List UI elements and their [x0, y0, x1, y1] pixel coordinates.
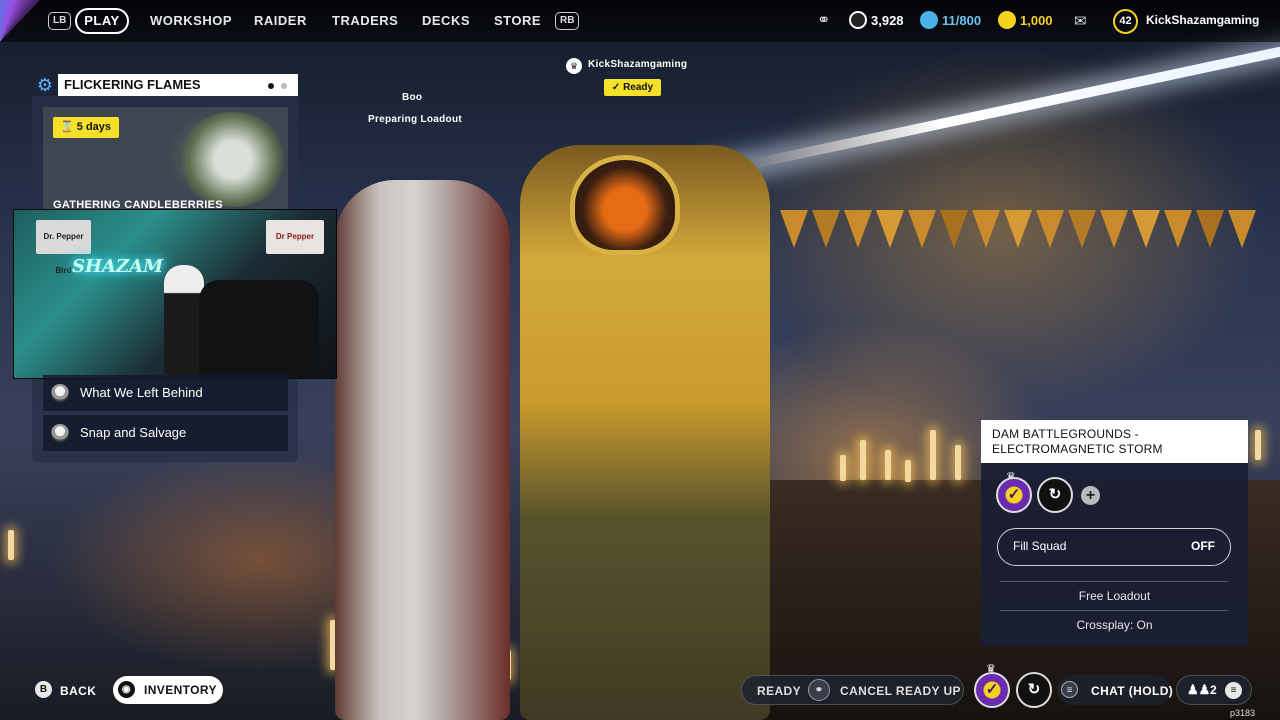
fill-squad-label: Fill Squad: [1013, 539, 1067, 553]
storage-amount: 11/800: [942, 13, 982, 28]
divider: [1000, 610, 1228, 611]
raider-token-icon[interactable]: ⚭: [817, 10, 830, 30]
event-timer-badge: ⌛ 5 days: [53, 117, 120, 138]
quest-giver-icon: [51, 424, 69, 442]
quest-label: What We Left Behind: [80, 385, 203, 400]
b-button-icon: B: [35, 681, 52, 698]
map-name-line1: DAM BATTLEGROUNDS -: [992, 427, 1139, 441]
ghostface-figure: [164, 265, 204, 375]
back-button[interactable]: BACK: [60, 684, 96, 698]
quest-giver-icon: [51, 384, 69, 402]
webcam-overlay: Dr. Pepper Bird Dr Pepper SHAZAM: [13, 209, 337, 379]
page-dot-active[interactable]: [268, 83, 274, 89]
version-label: p3183: [1230, 708, 1256, 718]
map-name-line2: ELECTROMAGNETIC STORM: [992, 442, 1163, 456]
cancel-ready-button[interactable]: CANCEL READY UP: [840, 684, 961, 698]
lb-bumper-icon[interactable]: LB: [48, 12, 72, 30]
player-level-badge[interactable]: 42: [1113, 9, 1138, 34]
options-icon: ≡: [1225, 682, 1242, 699]
gaming-chair: [199, 280, 319, 378]
rainbow-corner-decoration: [0, 0, 40, 42]
inventory-icon: ◉: [118, 681, 135, 698]
menu-button-icon: ≡: [1061, 681, 1078, 698]
quest-item[interactable]: What We Left Behind: [43, 375, 288, 411]
member-name: Boo: [402, 92, 423, 103]
page-dot[interactable]: [281, 83, 287, 89]
cancel-ready-icon: ⚭: [808, 679, 830, 701]
member-status: Preparing Loadout: [368, 114, 462, 125]
squad-avatar-leader-small[interactable]: ✓: [974, 672, 1010, 708]
username[interactable]: KickShazamgaming: [1146, 13, 1259, 27]
neon-sign: SHAZAM: [72, 256, 164, 277]
squad-avatar-member-small[interactable]: ↻: [1016, 672, 1052, 708]
divider: [1000, 581, 1228, 582]
inventory-button[interactable]: ◉ INVENTORY: [113, 676, 223, 704]
chat-button[interactable]: CHAT (HOLD): [1091, 684, 1173, 698]
hourglass-icon: ⌛: [60, 121, 77, 133]
nav-tab-store[interactable]: STORE: [494, 13, 541, 28]
raider-character-left: [335, 180, 510, 720]
cred-amount: 1,000: [1020, 13, 1053, 28]
party-button[interactable]: ♟♟ 2 ≡: [1176, 675, 1252, 705]
nav-tab-workshop[interactable]: WORKSHOP: [150, 13, 232, 28]
fill-squad-toggle[interactable]: Fill Squad OFF: [997, 528, 1231, 566]
candleberry-tree-image: [178, 112, 288, 207]
nav-tab-raider[interactable]: RAIDER: [254, 13, 307, 28]
inventory-label: INVENTORY: [144, 683, 217, 697]
leader-name: KickShazamgaming: [588, 59, 688, 70]
event-title[interactable]: FLICKERING FLAMES: [58, 74, 298, 96]
nav-tab-traders[interactable]: TRADERS: [332, 13, 398, 28]
invite-plus-button[interactable]: +: [1081, 486, 1100, 505]
poster: Dr Pepper: [266, 220, 324, 254]
rb-bumper-icon[interactable]: RB: [555, 12, 580, 30]
gear-icon: ⚙: [36, 75, 54, 95]
coins-icon: [849, 11, 867, 29]
quest-label: Snap and Salvage: [80, 425, 187, 440]
mail-icon[interactable]: ✉: [1074, 12, 1087, 30]
quest-item[interactable]: Snap and Salvage: [43, 415, 288, 451]
squad-avatar-member[interactable]: ↻: [1037, 477, 1073, 513]
party-icon: ♟♟: [1187, 682, 1211, 697]
top-navigation-bar: LB PLAY WORKSHOP RAIDER TRADERS DECKS ST…: [0, 0, 1280, 42]
loadout-label[interactable]: Free Loadout: [981, 589, 1248, 603]
coins-amount: 3,928: [871, 13, 904, 28]
nav-tab-play[interactable]: PLAY: [75, 8, 129, 34]
party-count: 2: [1210, 683, 1217, 697]
crown-icon: ♛: [566, 58, 582, 74]
ready-status-badge: ✓ Ready: [604, 79, 661, 96]
storage-icon: [920, 11, 938, 29]
map-name[interactable]: DAM BATTLEGROUNDS - ELECTROMAGNETIC STOR…: [981, 420, 1248, 463]
helmet: [570, 155, 680, 255]
light-beam: [698, 41, 1280, 180]
fill-squad-value: OFF: [1191, 539, 1215, 553]
check-icon: ✓: [611, 82, 624, 93]
event-timer-text: 5 days: [76, 121, 112, 133]
ready-status-text: Ready: [623, 82, 654, 93]
ready-button[interactable]: READY: [757, 684, 801, 698]
bunting-flags: [780, 210, 1280, 280]
squad-avatar-leader[interactable]: ✓: [996, 477, 1032, 513]
poster: Dr. Pepper Bird: [36, 220, 91, 275]
crossplay-label[interactable]: Crossplay: On: [981, 618, 1248, 632]
cred-icon: [998, 11, 1016, 29]
nav-tab-decks[interactable]: DECKS: [422, 13, 470, 28]
